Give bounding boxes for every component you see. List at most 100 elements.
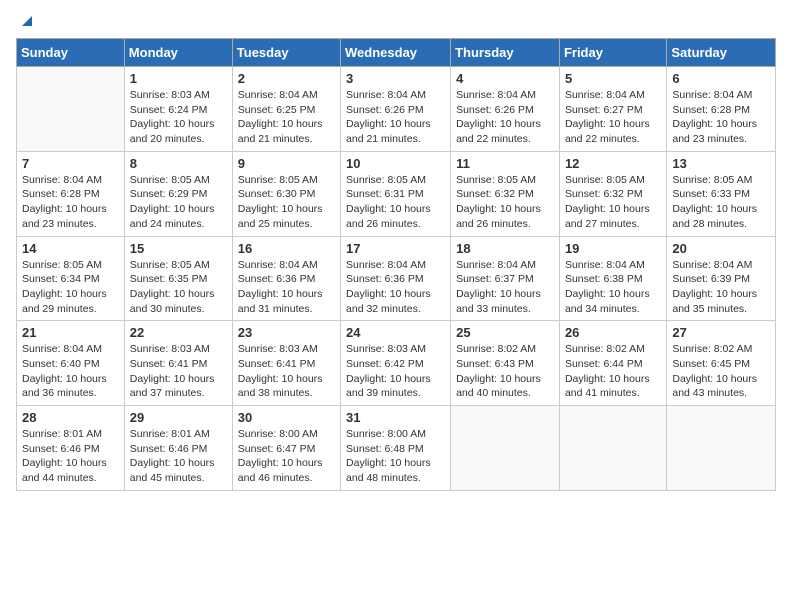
calendar-week-row: 28 Sunrise: 8:01 AM Sunset: 6:46 PM Dayli… (17, 406, 776, 491)
calendar-cell: 3Sunrise: 8:04 AM Sunset: 6:26 PM Daylig… (341, 67, 451, 152)
calendar-cell: 5Sunrise: 8:04 AM Sunset: 6:27 PM Daylig… (559, 67, 666, 152)
day-number: 22 (130, 325, 227, 340)
calendar-cell: 7 Sunrise: 8:04 AM Sunset: 6:28 PM Daylig… (17, 151, 125, 236)
logo-triangle-icon (18, 12, 36, 30)
day-number: 7 (22, 156, 119, 171)
calendar-header-row: SundayMondayTuesdayWednesdayThursdayFrid… (17, 39, 776, 67)
calendar-cell: 29 Sunrise: 8:01 AM Sunset: 6:46 PM Dayli… (124, 406, 232, 491)
calendar-cell: 18 Sunrise: 8:04 AM Sunset: 6:37 PM Dayli… (451, 236, 560, 321)
cell-content: Sunrise: 8:02 AM Sunset: 6:44 PM Dayligh… (565, 342, 661, 401)
cell-content: Sunrise: 8:04 AM Sunset: 6:26 PM Dayligh… (346, 88, 445, 147)
day-number: 12 (565, 156, 661, 171)
day-of-week-header: Monday (124, 39, 232, 67)
calendar-cell: 14 Sunrise: 8:05 AM Sunset: 6:34 PM Dayli… (17, 236, 125, 321)
cell-content: Sunrise: 8:04 AM Sunset: 6:38 PM Dayligh… (565, 258, 661, 317)
day-of-week-header: Sunday (17, 39, 125, 67)
calendar-cell: 9Sunrise: 8:05 AM Sunset: 6:30 PM Daylig… (232, 151, 340, 236)
calendar-cell: 31 Sunrise: 8:00 AM Sunset: 6:48 PM Dayli… (341, 406, 451, 491)
day-number: 17 (346, 241, 445, 256)
cell-content: Sunrise: 8:04 AM Sunset: 6:27 PM Dayligh… (565, 88, 661, 147)
calendar-cell: 15 Sunrise: 8:05 AM Sunset: 6:35 PM Dayli… (124, 236, 232, 321)
cell-content: Sunrise: 8:03 AM Sunset: 6:41 PM Dayligh… (238, 342, 335, 401)
calendar-week-row: 14 Sunrise: 8:05 AM Sunset: 6:34 PM Dayli… (17, 236, 776, 321)
calendar-cell: 27Sunrise: 8:02 AM Sunset: 6:45 PM Dayli… (667, 321, 776, 406)
cell-content: Sunrise: 8:05 AM Sunset: 6:34 PM Dayligh… (22, 258, 119, 317)
calendar-week-row: 1 Sunrise: 8:03 AM Sunset: 6:24 PM Daylig… (17, 67, 776, 152)
calendar-cell: 30 Sunrise: 8:00 AM Sunset: 6:47 PM Dayli… (232, 406, 340, 491)
cell-content: Sunrise: 8:04 AM Sunset: 6:39 PM Dayligh… (672, 258, 770, 317)
day-number: 14 (22, 241, 119, 256)
calendar-cell: 1 Sunrise: 8:03 AM Sunset: 6:24 PM Daylig… (124, 67, 232, 152)
logo (16, 16, 36, 30)
day-number: 10 (346, 156, 445, 171)
cell-content: Sunrise: 8:03 AM Sunset: 6:42 PM Dayligh… (346, 342, 445, 401)
day-number: 29 (130, 410, 227, 425)
calendar-cell: 6Sunrise: 8:04 AM Sunset: 6:28 PM Daylig… (667, 67, 776, 152)
calendar-cell (17, 67, 125, 152)
calendar-cell: 28 Sunrise: 8:01 AM Sunset: 6:46 PM Dayli… (17, 406, 125, 491)
day-number: 24 (346, 325, 445, 340)
cell-content: Sunrise: 8:05 AM Sunset: 6:35 PM Dayligh… (130, 258, 227, 317)
calendar-cell: 17 Sunrise: 8:04 AM Sunset: 6:36 PM Dayli… (341, 236, 451, 321)
day-of-week-header: Thursday (451, 39, 560, 67)
calendar-cell: 24 Sunrise: 8:03 AM Sunset: 6:42 PM Dayli… (341, 321, 451, 406)
day-number: 31 (346, 410, 445, 425)
calendar-cell: 16 Sunrise: 8:04 AM Sunset: 6:36 PM Dayli… (232, 236, 340, 321)
calendar-cell (667, 406, 776, 491)
cell-content: Sunrise: 8:03 AM Sunset: 6:41 PM Dayligh… (130, 342, 227, 401)
cell-content: Sunrise: 8:05 AM Sunset: 6:32 PM Dayligh… (565, 173, 661, 232)
cell-content: Sunrise: 8:00 AM Sunset: 6:47 PM Dayligh… (238, 427, 335, 486)
day-number: 13 (672, 156, 770, 171)
day-of-week-header: Friday (559, 39, 666, 67)
calendar-cell: 21 Sunrise: 8:04 AM Sunset: 6:40 PM Dayli… (17, 321, 125, 406)
day-number: 23 (238, 325, 335, 340)
calendar-cell: 19 Sunrise: 8:04 AM Sunset: 6:38 PM Dayli… (559, 236, 666, 321)
calendar-cell (559, 406, 666, 491)
day-number: 9 (238, 156, 335, 171)
cell-content: Sunrise: 8:05 AM Sunset: 6:33 PM Dayligh… (672, 173, 770, 232)
day-number: 1 (130, 71, 227, 86)
cell-content: Sunrise: 8:05 AM Sunset: 6:31 PM Dayligh… (346, 173, 445, 232)
cell-content: Sunrise: 8:04 AM Sunset: 6:28 PM Dayligh… (672, 88, 770, 147)
day-number: 30 (238, 410, 335, 425)
calendar-cell: 4Sunrise: 8:04 AM Sunset: 6:26 PM Daylig… (451, 67, 560, 152)
calendar-cell: 8 Sunrise: 8:05 AM Sunset: 6:29 PM Daylig… (124, 151, 232, 236)
calendar-table: SundayMondayTuesdayWednesdayThursdayFrid… (16, 38, 776, 491)
calendar-cell: 25Sunrise: 8:02 AM Sunset: 6:43 PM Dayli… (451, 321, 560, 406)
cell-content: Sunrise: 8:04 AM Sunset: 6:36 PM Dayligh… (346, 258, 445, 317)
calendar-cell: 26Sunrise: 8:02 AM Sunset: 6:44 PM Dayli… (559, 321, 666, 406)
cell-content: Sunrise: 8:04 AM Sunset: 6:25 PM Dayligh… (238, 88, 335, 147)
cell-content: Sunrise: 8:04 AM Sunset: 6:40 PM Dayligh… (22, 342, 119, 401)
day-of-week-header: Tuesday (232, 39, 340, 67)
cell-content: Sunrise: 8:01 AM Sunset: 6:46 PM Dayligh… (130, 427, 227, 486)
day-number: 27 (672, 325, 770, 340)
cell-content: Sunrise: 8:05 AM Sunset: 6:29 PM Dayligh… (130, 173, 227, 232)
calendar-cell (451, 406, 560, 491)
calendar-week-row: 7 Sunrise: 8:04 AM Sunset: 6:28 PM Daylig… (17, 151, 776, 236)
cell-content: Sunrise: 8:01 AM Sunset: 6:46 PM Dayligh… (22, 427, 119, 486)
cell-content: Sunrise: 8:04 AM Sunset: 6:36 PM Dayligh… (238, 258, 335, 317)
cell-content: Sunrise: 8:04 AM Sunset: 6:37 PM Dayligh… (456, 258, 554, 317)
day-number: 11 (456, 156, 554, 171)
day-number: 21 (22, 325, 119, 340)
calendar-cell: 23 Sunrise: 8:03 AM Sunset: 6:41 PM Dayli… (232, 321, 340, 406)
cell-content: Sunrise: 8:04 AM Sunset: 6:28 PM Dayligh… (22, 173, 119, 232)
page-header (16, 16, 776, 30)
day-of-week-header: Saturday (667, 39, 776, 67)
cell-content: Sunrise: 8:03 AM Sunset: 6:24 PM Dayligh… (130, 88, 227, 147)
calendar-cell: 2 Sunrise: 8:04 AM Sunset: 6:25 PM Daylig… (232, 67, 340, 152)
cell-content: Sunrise: 8:04 AM Sunset: 6:26 PM Dayligh… (456, 88, 554, 147)
calendar-cell: 11Sunrise: 8:05 AM Sunset: 6:32 PM Dayli… (451, 151, 560, 236)
day-number: 8 (130, 156, 227, 171)
day-number: 25 (456, 325, 554, 340)
day-number: 18 (456, 241, 554, 256)
calendar-week-row: 21 Sunrise: 8:04 AM Sunset: 6:40 PM Dayli… (17, 321, 776, 406)
calendar-cell: 20Sunrise: 8:04 AM Sunset: 6:39 PM Dayli… (667, 236, 776, 321)
day-number: 19 (565, 241, 661, 256)
cell-content: Sunrise: 8:00 AM Sunset: 6:48 PM Dayligh… (346, 427, 445, 486)
day-number: 16 (238, 241, 335, 256)
day-number: 28 (22, 410, 119, 425)
day-of-week-header: Wednesday (341, 39, 451, 67)
day-number: 2 (238, 71, 335, 86)
day-number: 15 (130, 241, 227, 256)
